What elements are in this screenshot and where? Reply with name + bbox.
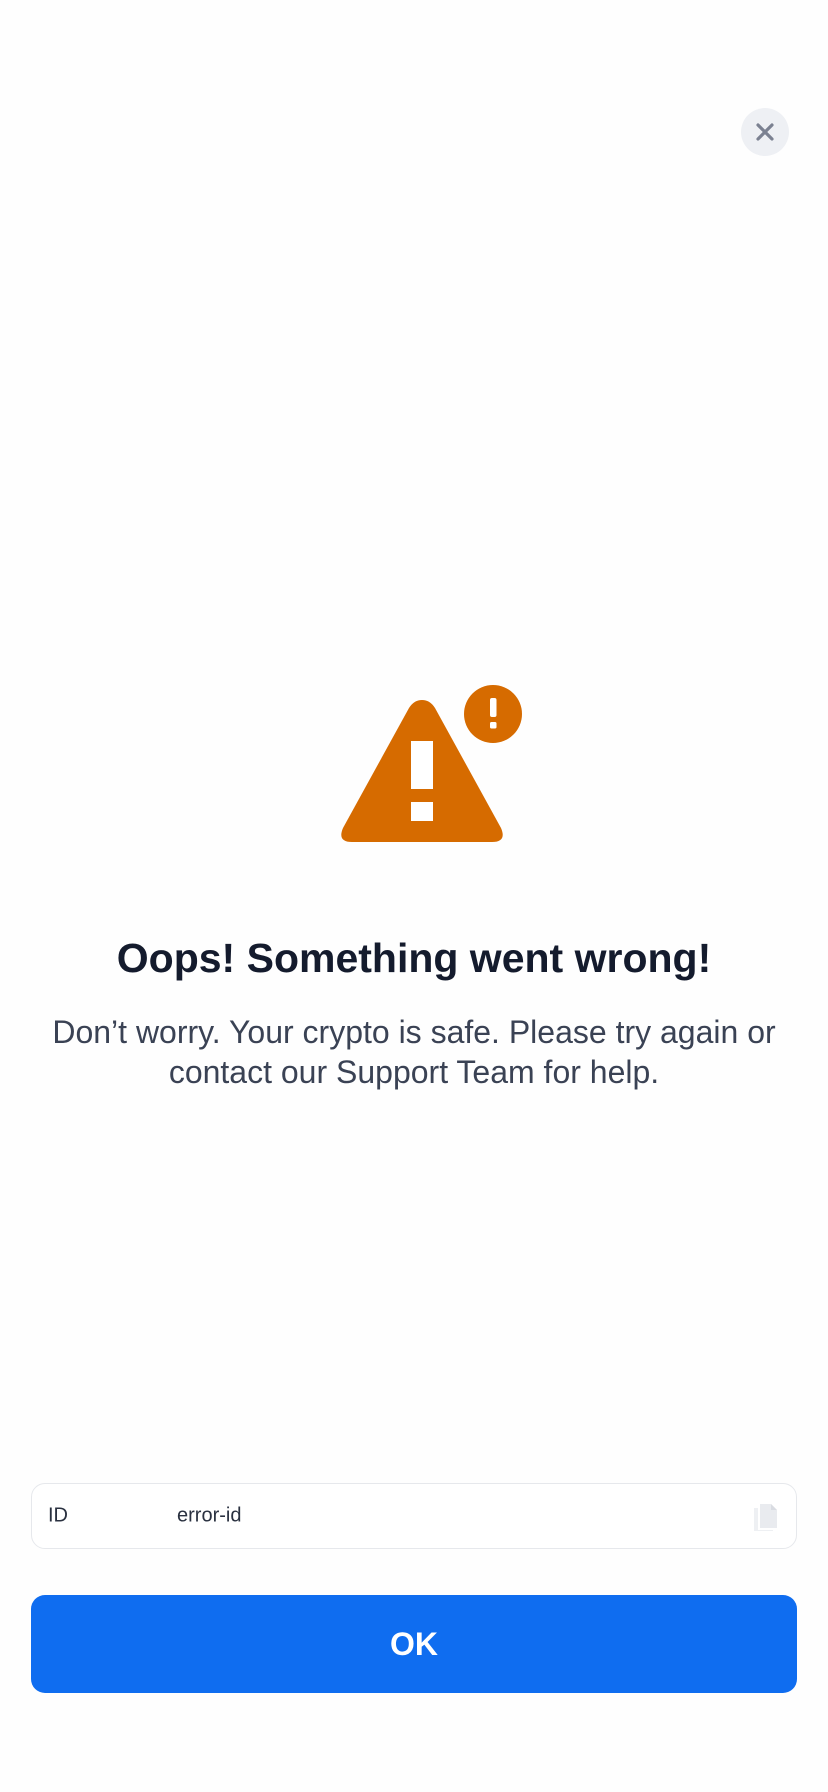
error-title: Oops! Something went wrong! [116,935,712,981]
ok-button[interactable]: OK [31,1595,797,1693]
close-icon [756,123,774,141]
error-message: Don’t worry. Your crypto is safe. Please… [52,1014,776,1090]
id-label: ID [48,1504,68,1527]
copy-button[interactable] [750,1500,780,1532]
error-screen: Oops! Something went wrong! Don’t worry.… [0,0,828,1792]
copy-icon [754,1504,777,1531]
warning-illustration [341,685,522,842]
close-button[interactable] [741,108,789,156]
error-id-field: ID error-id [31,1483,797,1549]
exclamation-badge-icon [464,685,522,743]
id-value: error-id [177,1504,242,1527]
